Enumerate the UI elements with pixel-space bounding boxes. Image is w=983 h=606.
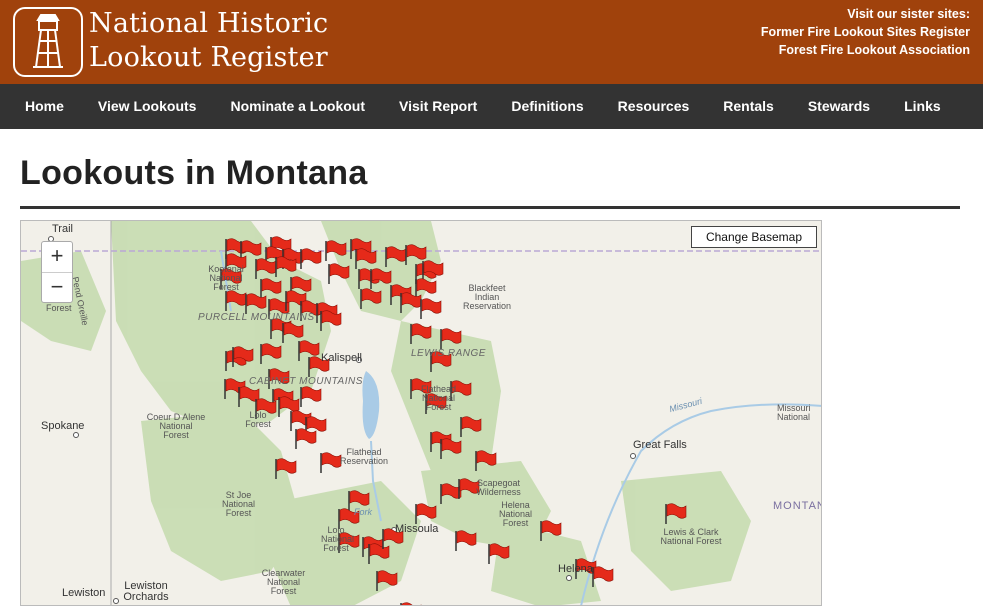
map-area-label: Helena National Forest bbox=[498, 500, 533, 528]
lookout-map[interactable]: Trail Spokane Kalispell Missoula Great F… bbox=[20, 220, 822, 606]
sister-sites: Visit our sister sites: Former Fire Look… bbox=[761, 5, 970, 59]
nav-view-lookouts[interactable]: View Lookouts bbox=[81, 84, 214, 129]
map-area-label: Forest bbox=[46, 303, 72, 313]
page-title: Lookouts in Montana bbox=[20, 154, 368, 192]
map-area-label: Coeur D Alene National Forest bbox=[146, 412, 206, 440]
nav-links[interactable]: Links bbox=[887, 84, 958, 129]
zoom-in-button[interactable]: + bbox=[42, 242, 72, 272]
lookout-tower-logo[interactable] bbox=[13, 7, 83, 77]
map-range-label: LEWIS RANGE bbox=[411, 348, 486, 359]
city-label: Missoula bbox=[395, 523, 439, 535]
city-label: Trail bbox=[52, 223, 73, 235]
map-basemap bbox=[21, 221, 821, 605]
red-flag-icon[interactable] bbox=[300, 386, 322, 407]
red-flag-icon[interactable] bbox=[420, 298, 442, 319]
map-area-label: Lolo Forest bbox=[245, 410, 271, 429]
red-flag-icon[interactable] bbox=[295, 428, 317, 449]
city-label: Great Falls bbox=[633, 439, 687, 451]
nav-home[interactable]: Home bbox=[8, 84, 81, 129]
nav-nominate-lookout[interactable]: Nominate a Lookout bbox=[213, 84, 382, 129]
map-area-label: Lolo National Forest bbox=[321, 525, 355, 553]
city-label: Kalispell bbox=[321, 352, 362, 364]
red-flag-icon[interactable] bbox=[300, 248, 322, 269]
title-divider bbox=[20, 206, 960, 209]
map-range-label: CABINET MOUNTAINS bbox=[249, 376, 363, 387]
site-title[interactable]: National Historic Lookout Register bbox=[89, 7, 328, 75]
map-range-label: PURCELL MOUNTAINS bbox=[198, 312, 315, 323]
map-state-label: MONTAN bbox=[773, 500, 822, 512]
city-label: Helena bbox=[558, 563, 593, 575]
nav-definitions[interactable]: Definitions bbox=[494, 84, 600, 129]
change-basemap-button[interactable]: Change Basemap bbox=[691, 226, 817, 248]
lookout-tower-icon bbox=[33, 14, 63, 68]
sister-sites-heading: Visit our sister sites: bbox=[847, 7, 970, 21]
map-area-label: Lewis & Clark National Forest bbox=[660, 527, 722, 546]
map-river-label: Fork bbox=[354, 507, 372, 517]
forest-fire-lookout-association-link[interactable]: Forest Fire Lookout Association bbox=[761, 41, 970, 59]
site-title-line1: National Historic bbox=[89, 8, 329, 39]
map-area-label: Flathead National Forest bbox=[420, 384, 457, 412]
zoom-out-button[interactable]: − bbox=[42, 272, 72, 302]
city-label: Lewiston Orchards bbox=[123, 580, 169, 603]
city-label: Lewiston bbox=[62, 587, 106, 599]
map-area-label: St Joe National Forest bbox=[221, 490, 256, 518]
map-area-label: Scapegoat Wilderness bbox=[476, 478, 521, 497]
map-area-label: Blackfeet Indian Reservation bbox=[462, 283, 512, 311]
site-title-line2: Lookout Register bbox=[89, 42, 328, 73]
nav-visit-report[interactable]: Visit Report bbox=[382, 84, 494, 129]
city-label: Spokane bbox=[41, 420, 85, 432]
nav-stewards[interactable]: Stewards bbox=[791, 84, 887, 129]
red-flag-icon[interactable] bbox=[592, 566, 614, 587]
map-area-label: Flathead Reservation bbox=[339, 447, 389, 466]
map-area-label: Missouri National bbox=[777, 403, 811, 422]
site-header: National Historic Lookout Register Visit… bbox=[0, 0, 983, 84]
main-nav: Home View Lookouts Nominate a Lookout Vi… bbox=[0, 84, 983, 129]
zoom-control: + − bbox=[41, 241, 73, 303]
map-area-label: Clearwater National Forest bbox=[261, 568, 306, 596]
nav-resources[interactable]: Resources bbox=[601, 84, 707, 129]
map-area-label: Kootenai National Forest bbox=[208, 264, 244, 292]
former-lookout-sites-link[interactable]: Former Fire Lookout Sites Register bbox=[761, 23, 970, 41]
nav-rentals[interactable]: Rentals bbox=[706, 84, 791, 129]
